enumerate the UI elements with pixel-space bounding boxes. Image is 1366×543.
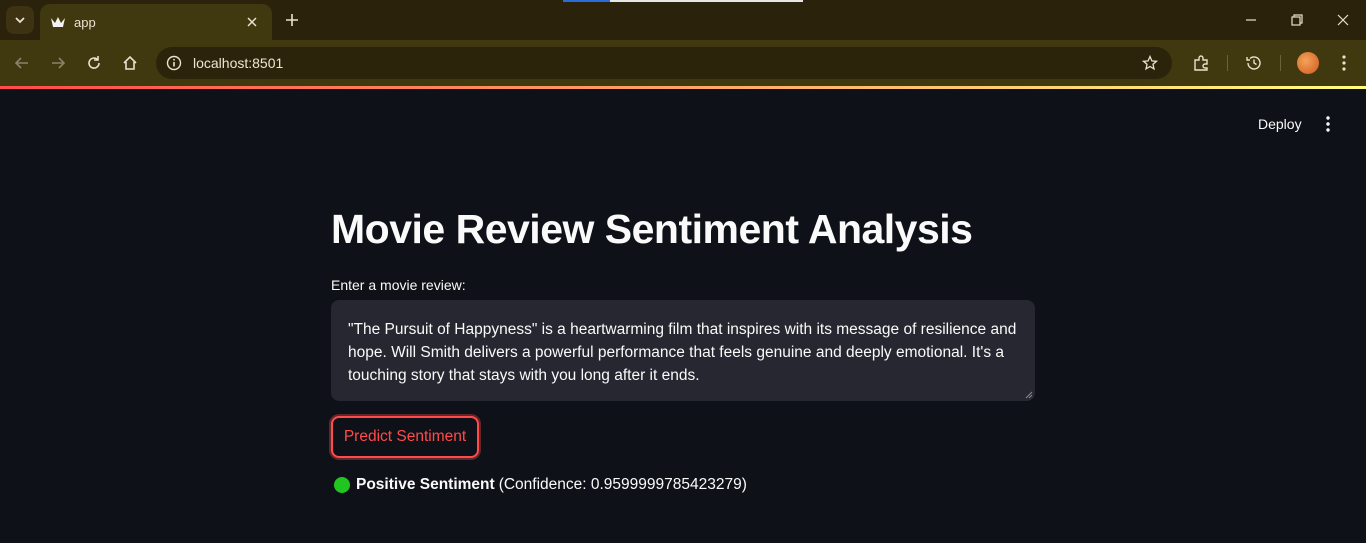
streamlit-header-decoration [0, 86, 1366, 89]
history-icon [1246, 56, 1261, 70]
kebab-menu-icon [1326, 116, 1330, 132]
kebab-menu-icon [1342, 55, 1346, 71]
streamlit-crown-icon [50, 14, 66, 30]
sentiment-result: Positive Sentiment (Confidence: 0.959999… [334, 476, 747, 494]
arrow-left-icon [14, 57, 28, 69]
browser-menu-button[interactable] [1329, 48, 1359, 78]
toolbar-divider [1280, 55, 1281, 71]
close-icon [1337, 14, 1349, 26]
plus-icon [286, 14, 298, 26]
tab-close-icon[interactable] [242, 12, 262, 32]
tab-title: app [74, 14, 96, 30]
profile-avatar[interactable] [1297, 52, 1319, 74]
reload-button[interactable] [79, 48, 109, 78]
close-window-button[interactable] [1320, 0, 1366, 40]
home-icon [123, 55, 137, 70]
minimize-button[interactable] [1228, 0, 1274, 40]
loading-indicator [563, 0, 803, 2]
green-circle-icon [334, 477, 350, 493]
review-text[interactable]: "The Pursuit of Happyness" is a heartwar… [348, 321, 1016, 384]
home-button[interactable] [115, 48, 145, 78]
browser-tab[interactable]: app [40, 4, 272, 40]
review-textarea[interactable]: "The Pursuit of Happyness" is a heartwar… [331, 300, 1035, 401]
toolbar-divider [1227, 55, 1228, 71]
bookmark-star-icon[interactable] [1138, 51, 1162, 75]
main-menu-button[interactable] [1316, 112, 1340, 136]
arrow-right-icon [52, 57, 66, 69]
history-button[interactable] [1239, 48, 1269, 78]
tab-search-button[interactable] [6, 6, 34, 34]
restore-button[interactable] [1274, 0, 1320, 40]
puzzle-icon [1194, 55, 1208, 71]
browser-tabstrip: app [0, 0, 1366, 40]
chevron-down-icon [15, 17, 25, 24]
info-icon[interactable] [162, 51, 186, 75]
minimize-icon [1246, 19, 1256, 21]
url-text[interactable]: localhost:8501 [193, 55, 283, 71]
forward-button[interactable] [43, 48, 73, 78]
review-input-label: Enter a movie review: [331, 277, 466, 293]
sentiment-label: Positive Sentiment [356, 476, 495, 493]
extensions-button[interactable] [1186, 48, 1216, 78]
browser-toolbar: localhost:8501 [0, 40, 1366, 86]
new-tab-button[interactable] [280, 8, 304, 32]
confidence-text: (Confidence: 0.9599999785423279) [498, 476, 747, 493]
page-title: Movie Review Sentiment Analysis [331, 206, 973, 252]
address-bar[interactable]: localhost:8501 [156, 47, 1172, 79]
deploy-button[interactable]: Deploy [1250, 112, 1310, 136]
resize-handle-icon[interactable] [1025, 391, 1033, 399]
back-button[interactable] [7, 48, 37, 78]
predict-sentiment-button[interactable]: Predict Sentiment [331, 416, 479, 458]
restore-icon [1291, 14, 1303, 26]
reload-icon [88, 56, 100, 69]
